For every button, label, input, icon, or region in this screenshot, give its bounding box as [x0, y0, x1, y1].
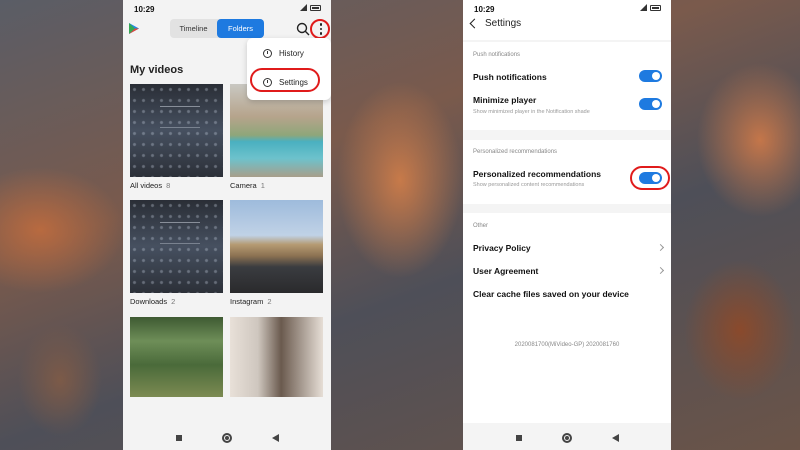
- page-title: Settings: [485, 18, 522, 29]
- folder-caption: Instagram 2: [230, 297, 272, 306]
- folder-thumbnail-all-videos[interactable]: [130, 84, 223, 177]
- home-icon[interactable]: [561, 433, 572, 443]
- folder-name: Downloads: [130, 297, 168, 306]
- background-photo: [331, 0, 463, 450]
- row-title: Minimize player: [473, 95, 537, 105]
- play-logo-icon: [129, 23, 139, 34]
- home-icon[interactable]: [221, 433, 232, 443]
- highlight-circle: [250, 68, 320, 92]
- recents-icon[interactable]: [175, 435, 182, 441]
- search-icon[interactable]: [296, 22, 310, 36]
- folder-count: 1: [260, 181, 265, 190]
- background-photo: [671, 0, 800, 450]
- recents-icon[interactable]: [515, 435, 522, 441]
- tab-folders[interactable]: Folders: [217, 19, 264, 38]
- folder-thumbnail-instagram[interactable]: [230, 200, 323, 293]
- settings-header: 10:29 Settings: [463, 0, 671, 40]
- tab-timeline[interactable]: Timeline: [170, 19, 217, 38]
- group-label: Other: [473, 223, 489, 229]
- folder-caption: Camera 1: [230, 181, 265, 190]
- background-photo: [0, 0, 123, 450]
- settings-screen: 10:29 Settings Push notifications Push n…: [463, 0, 671, 450]
- status-time: 10:29: [474, 5, 495, 14]
- group-label: Push notifications: [473, 52, 521, 58]
- battery-icon: [650, 5, 661, 11]
- row-title: Personalized recommendations: [473, 169, 602, 179]
- folder-count: 8: [166, 181, 171, 190]
- chevron-right-icon: [656, 266, 665, 275]
- folder-count: 2: [267, 297, 272, 306]
- back-arrow-icon[interactable]: [469, 18, 480, 29]
- top-bar: Timeline Folders: [123, 18, 331, 40]
- status-time: 10:29: [134, 5, 155, 14]
- folder-thumbnail[interactable]: [230, 317, 323, 397]
- status-bar: 10:29: [463, 0, 671, 18]
- version-text: 2020081700(MiVideo-GP) 2020081760: [514, 342, 620, 348]
- folder-count: 2: [171, 297, 176, 306]
- video-library-screen: 10:29 Timeline Folders My videos All vid…: [123, 0, 331, 450]
- status-icons: [300, 4, 321, 11]
- folder-caption: All videos 8: [130, 181, 170, 190]
- system-nav-bar: [463, 426, 671, 450]
- status-icons: [640, 4, 661, 11]
- menu-item-label: History: [279, 48, 304, 58]
- folder-name: Instagram: [230, 297, 264, 306]
- minimize-player-toggle[interactable]: [639, 98, 662, 110]
- folder-thumbnail[interactable]: [130, 317, 223, 397]
- folder-name: All videos: [130, 181, 163, 190]
- row-subtitle: Show minimized player in the Notificatio…: [473, 109, 590, 115]
- highlight-circle: [630, 166, 670, 190]
- folder-name: Camera: [230, 181, 257, 190]
- group-label: Personalized recommendations: [473, 149, 558, 155]
- privacy-policy-link[interactable]: Privacy Policy: [473, 243, 531, 253]
- signal-icon: [300, 4, 307, 11]
- settings-group-push: Push notifications Push notifications Mi…: [463, 42, 671, 130]
- folder-thumbnail-downloads[interactable]: [130, 200, 223, 293]
- back-icon[interactable]: [271, 434, 279, 442]
- status-bar: 10:29: [123, 0, 331, 18]
- chevron-right-icon: [656, 243, 665, 252]
- section-title: My videos: [130, 64, 184, 76]
- row-title: Push notifications: [473, 72, 547, 82]
- highlight-circle: [310, 19, 330, 39]
- signal-icon: [640, 4, 647, 11]
- user-agreement-link[interactable]: User Agreement: [473, 266, 538, 276]
- settings-group-other: Other Privacy Policy User Agreement Clea…: [463, 213, 671, 423]
- row-subtitle: Show personalized content recommendation…: [473, 182, 585, 188]
- push-notifications-toggle[interactable]: [639, 70, 662, 82]
- back-icon[interactable]: [611, 434, 619, 442]
- clear-cache-button[interactable]: Clear cache files saved on your device: [473, 289, 629, 299]
- folder-caption: Downloads 2: [130, 297, 175, 306]
- battery-icon: [310, 5, 321, 11]
- menu-item-history[interactable]: History: [247, 40, 331, 66]
- history-icon: [263, 48, 272, 58]
- system-nav-bar: [123, 426, 331, 450]
- view-switcher: Timeline Folders: [170, 19, 264, 38]
